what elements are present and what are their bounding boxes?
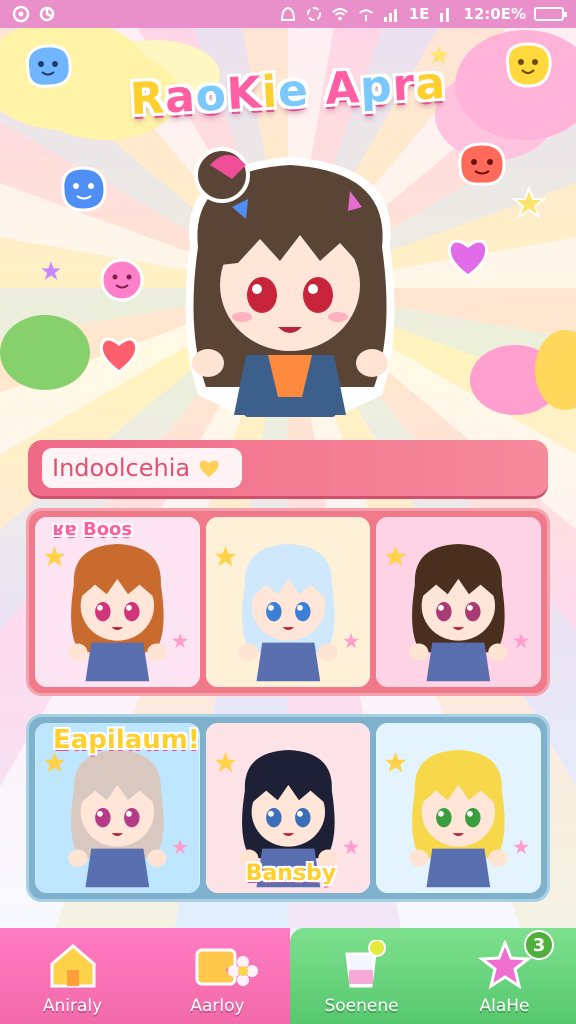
app-notification-icon xyxy=(12,5,30,23)
character-card[interactable]: Bansby xyxy=(205,723,371,893)
nav-label: Soenene xyxy=(324,996,399,1016)
nav-item-home[interactable]: Aniraly xyxy=(0,928,145,1024)
title-letter: K xyxy=(225,67,264,121)
nav-item-folder[interactable]: Aarloy xyxy=(145,928,290,1024)
nav-item-star[interactable]: AlaHe 3 xyxy=(433,928,576,1024)
heart-icon xyxy=(199,460,219,477)
cup-icon xyxy=(344,940,386,988)
title-letter: e xyxy=(276,64,311,118)
title-letter: a xyxy=(163,70,197,124)
bottom-navigation: Aniraly Aarloy Soenene AlaHe 3 xyxy=(0,928,576,1024)
card-tag-label: Eapilaum! xyxy=(53,725,200,755)
red-blob-icon xyxy=(458,142,506,186)
character-card[interactable] xyxy=(205,517,371,687)
title-letter: p xyxy=(358,60,394,114)
character-card[interactable]: ʁɐ Boos xyxy=(35,517,200,687)
flower-icon xyxy=(226,954,260,992)
star-icon xyxy=(512,186,546,220)
heart-icon xyxy=(99,337,139,374)
card-tag-label: ʁɐ Boos xyxy=(53,519,133,540)
wifi-secondary-icon xyxy=(357,5,375,23)
nav-label: AlaHe xyxy=(479,996,530,1016)
nav-label: Aarloy xyxy=(190,996,245,1016)
title-letter: o xyxy=(194,69,229,122)
sync-icon xyxy=(305,5,323,23)
signal-bars-icon xyxy=(437,5,455,23)
character-row-1: ʁɐ Boos xyxy=(26,508,550,696)
character-row-2: Eapilaum! Bansby xyxy=(26,714,550,902)
yellow-blob-icon xyxy=(505,42,552,88)
title-letter: r xyxy=(391,59,417,112)
profile-name-field[interactable]: Indoolcehia xyxy=(42,448,242,488)
small-star-icon xyxy=(41,261,61,281)
title-letter: a xyxy=(413,57,448,111)
character-card[interactable] xyxy=(376,723,542,893)
signal-icon xyxy=(383,5,401,23)
nav-label: Aniraly xyxy=(42,996,103,1016)
character-card[interactable]: Eapilaum! xyxy=(35,723,200,893)
notification-badge: 3 xyxy=(524,930,554,960)
blue-bird-icon xyxy=(61,166,107,212)
title-letter: A xyxy=(323,62,362,116)
profile-name-banner[interactable]: Indoolcehia xyxy=(28,440,548,496)
nav-item-scene[interactable]: Soenene xyxy=(290,928,433,1024)
card-caption: Bansby xyxy=(245,861,337,886)
profile-name-text: Indoolcehia xyxy=(52,454,191,482)
signal-text: 1E xyxy=(408,5,430,23)
alarm-icon xyxy=(279,5,297,23)
pink-flower-blob-icon xyxy=(100,258,144,302)
title-letter: R xyxy=(128,72,167,126)
house-icon xyxy=(50,944,95,988)
settings-notification-icon xyxy=(38,5,56,23)
blue-blob-icon xyxy=(25,44,72,88)
wifi-icon xyxy=(331,5,349,23)
hero-character-illustration xyxy=(185,147,395,417)
status-bar: 1E 12:0E% xyxy=(0,0,576,28)
battery-icon xyxy=(534,7,567,21)
green-tree-decoration xyxy=(0,315,90,390)
purple-heart-blob-icon xyxy=(447,239,489,278)
character-card[interactable] xyxy=(376,517,542,687)
status-time: 12:0E% xyxy=(463,5,526,23)
